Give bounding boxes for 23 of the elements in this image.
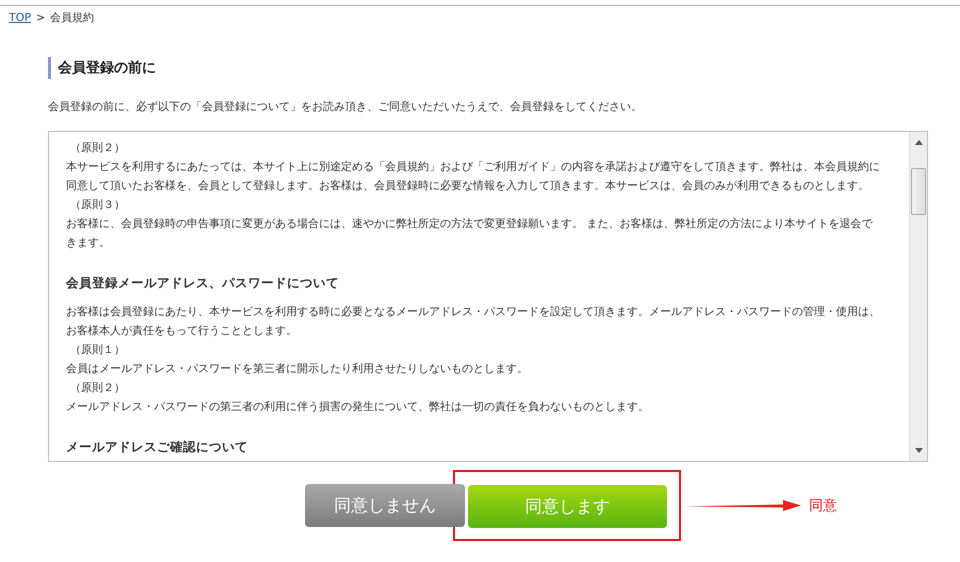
scrollbar[interactable] [909, 132, 927, 461]
clause-text: お客様は会員登録にあたり、本サービスを利用する時に必要となるメールアドレス・パスワードを設定して頂きます。メールアドレス・パスワードの管理・使用は、お客様本人が責任をもって行うこととします。 [66, 304, 881, 339]
breadcrumb-text: 会員規約 [50, 11, 94, 25]
clause-label: （原則２） [69, 140, 126, 156]
scroll-up-icon[interactable] [914, 140, 922, 145]
clause-label: （原則３） [69, 197, 126, 213]
terms-heading: メールアドレスご確認について [66, 438, 249, 456]
terms-heading: 会員登録メールアドレス、パスワードについて [66, 274, 340, 292]
annotation-text: 同意 [809, 496, 837, 514]
clause-label: （原則１） [69, 342, 126, 358]
section-heading: 会員登録の前に [48, 57, 928, 79]
agree-button[interactable]: 同意します [468, 485, 667, 528]
scroll-down-icon[interactable] [914, 448, 922, 453]
decline-button[interactable]: 同意しません [305, 484, 465, 527]
breadcrumb-link[interactable]: TOP [9, 11, 32, 25]
scroll-thumb[interactable] [911, 168, 926, 215]
clause-text: 会員はメールアドレス・パスワードを第三者に開示したり利用させたりしないものとします。 [66, 361, 529, 377]
clause-text: メールアドレス・パスワードの第三者の利用に伴う損害の発生について、弊社は一切の責任を負わないものとします。 [66, 399, 650, 415]
intro-text: 会員登録の前に、必ず以下の「会員登録について」をお読み頂き、ご同意いただいたうえで、会員登録をしてください。 [48, 100, 643, 114]
clause-label: （原則２） [69, 380, 126, 396]
clause-text: 本サービスを利用するにあたっては、本サイト上に別途定める「会員規約」および「ご利用ガイド」の内容を承諾および遵守をして頂きます。弊社は、本会員規約に同意して頂いたお客様を、会員として登録します。お客様は、会員登録時に必要な情報を入力して頂きます。本サービスは、会員のみが利用できるものとします。 [66, 159, 881, 194]
breadcrumb-text: > [36, 11, 46, 25]
clause-text: お客様に、会員登録時の申告事項に変更がある場合には、速やかに弊社所定の方法で変更登録願います。 また、お客様は、弊社所定の方法により本サイトを退会できます。 [66, 216, 874, 251]
